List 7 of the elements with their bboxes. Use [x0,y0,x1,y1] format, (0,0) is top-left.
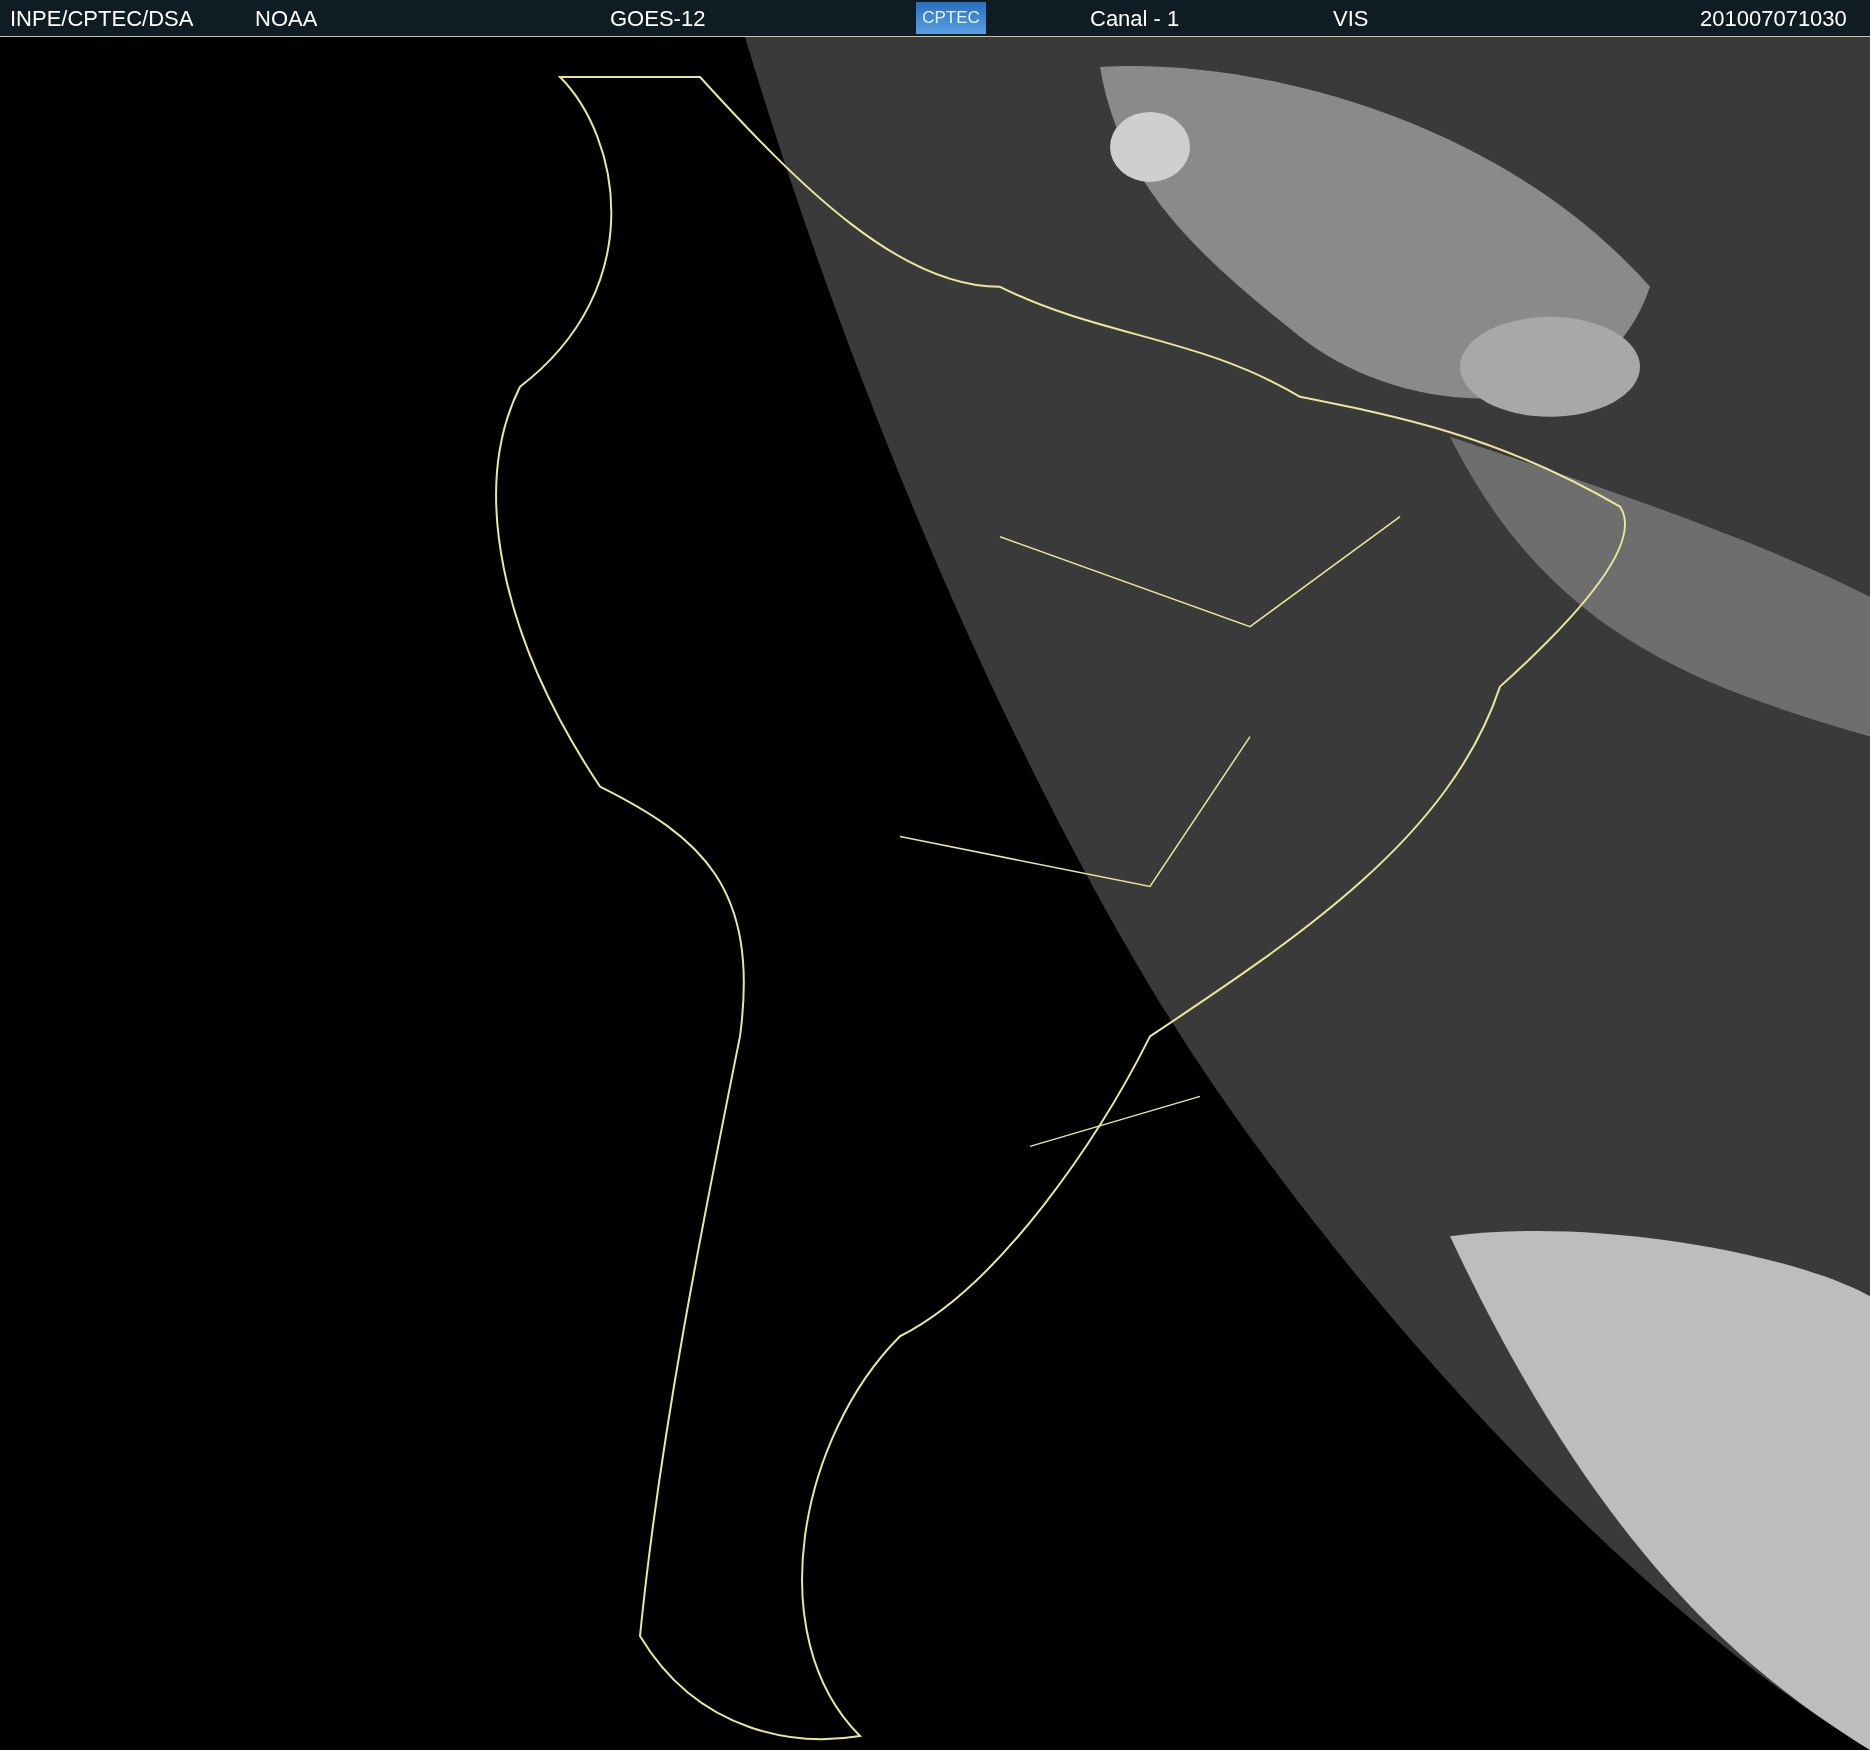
header-label: VIS [1333,6,1369,32]
logo: CPTEC [916,2,986,34]
header-label: Canal - 1 [1090,6,1180,32]
header-label: INPE/CPTEC/DSA [10,6,194,32]
header-label: 201007071030 [1700,6,1847,32]
header-label: GOES-12 [610,6,706,32]
header-label: NOAA [255,6,318,32]
